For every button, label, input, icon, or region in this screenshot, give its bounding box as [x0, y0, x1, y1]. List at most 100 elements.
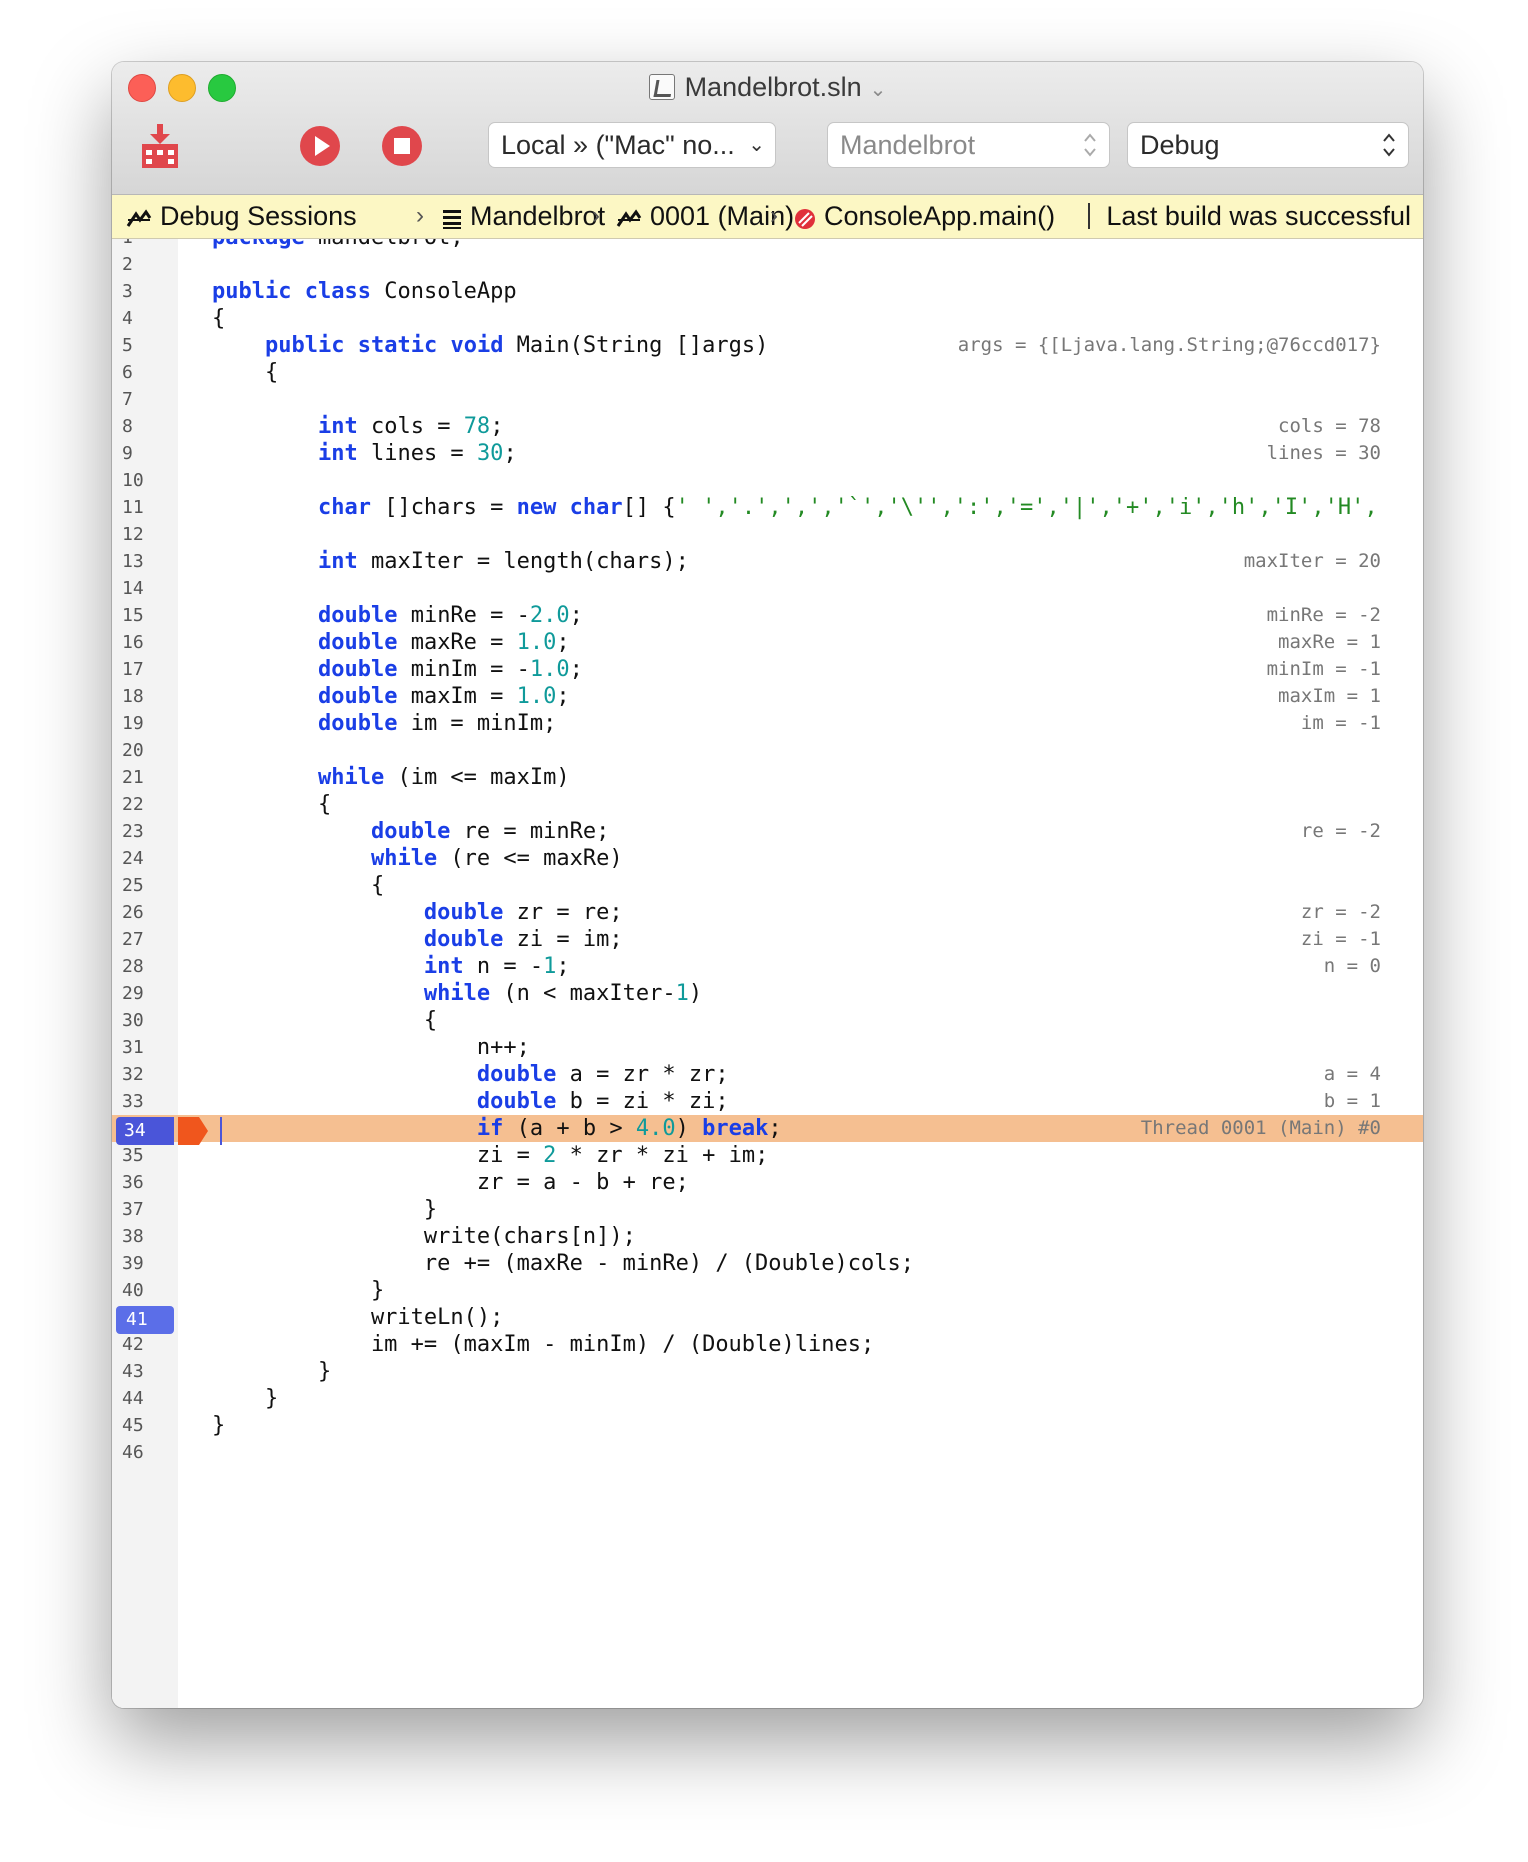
- code-line[interactable]: 15 double minRe = -2.0; minRe = -2: [112, 602, 1423, 629]
- code-line[interactable]: 11 char []chars = new char[] {' ','.',',…: [112, 494, 1423, 521]
- line-number[interactable]: 44: [122, 1385, 162, 1412]
- code-line[interactable]: 45}: [112, 1412, 1423, 1439]
- code-line[interactable]: 25 {: [112, 872, 1423, 899]
- breadcrumb-thread[interactable]: 0001 (Main): [616, 195, 794, 237]
- line-number[interactable]: 16: [122, 629, 162, 656]
- code-line[interactable]: 2: [112, 251, 1423, 278]
- line-number[interactable]: 42: [122, 1331, 162, 1358]
- configuration-selector[interactable]: Debug: [1127, 122, 1409, 168]
- line-number[interactable]: 5: [122, 332, 162, 359]
- code-line[interactable]: 4{: [112, 305, 1423, 332]
- code-line[interactable]: 17 double minIm = -1.0; minIm = -1: [112, 656, 1423, 683]
- line-number[interactable]: 36: [122, 1169, 162, 1196]
- line-number[interactable]: 15: [122, 602, 162, 629]
- line-number[interactable]: 29: [122, 980, 162, 1007]
- stop-icon[interactable]: [380, 124, 424, 168]
- line-number[interactable]: 31: [122, 1034, 162, 1061]
- line-number[interactable]: 38: [122, 1223, 162, 1250]
- line-number[interactable]: 37: [122, 1196, 162, 1223]
- line-number[interactable]: 30: [122, 1007, 162, 1034]
- code-line[interactable]: 5 public static void Main(String []args)…: [112, 332, 1423, 359]
- line-number[interactable]: 27: [122, 926, 162, 953]
- code-line[interactable]: 30 {: [112, 1007, 1423, 1034]
- code-line[interactable]: 13 int maxIter = length(chars); maxIter =…: [112, 548, 1423, 575]
- code-line[interactable]: 38 write(chars[n]);: [112, 1223, 1423, 1250]
- code-line[interactable]: 8 int cols = 78; cols = 78: [112, 413, 1423, 440]
- line-number[interactable]: 13: [122, 548, 162, 575]
- code-line[interactable]: 24 while (re <= maxRe): [112, 845, 1423, 872]
- line-number[interactable]: 35: [122, 1142, 162, 1169]
- line-number[interactable]: 17: [122, 656, 162, 683]
- code-line[interactable]: 43 }: [112, 1358, 1423, 1385]
- code-line[interactable]: 27 double zi = im; zi = -1: [112, 926, 1423, 953]
- line-number[interactable]: 32: [122, 1061, 162, 1088]
- project-selector[interactable]: Mandelbrot: [827, 122, 1110, 168]
- code-line[interactable]: 46: [112, 1439, 1423, 1466]
- code-line[interactable]: 34 if (a + b > 4.0) break; Thread 0001 (M…: [112, 1115, 1423, 1145]
- line-number[interactable]: 23: [122, 818, 162, 845]
- code-line[interactable]: 28 int n = -1; n = 0: [112, 953, 1423, 980]
- line-number[interactable]: 28: [122, 953, 162, 980]
- breadcrumb-project[interactable]: Mandelbrot: [442, 195, 605, 237]
- code-line[interactable]: 44 }: [112, 1385, 1423, 1412]
- line-number[interactable]: 41: [116, 1306, 174, 1334]
- code-line[interactable]: 12: [112, 521, 1423, 548]
- code-line[interactable]: 9 int lines = 30; lines = 30: [112, 440, 1423, 467]
- code-line[interactable]: 20: [112, 737, 1423, 764]
- code-line[interactable]: 32 double a = zr * zr; a = 4: [112, 1061, 1423, 1088]
- line-number[interactable]: 46: [122, 1439, 162, 1466]
- code-line[interactable]: 26 double zr = re; zr = -2: [112, 899, 1423, 926]
- code-line[interactable]: 19 double im = minIm; im = -1: [112, 710, 1423, 737]
- line-number[interactable]: 9: [122, 440, 162, 467]
- line-number[interactable]: 1: [122, 239, 162, 251]
- line-number[interactable]: 24: [122, 845, 162, 872]
- line-number[interactable]: 33: [122, 1088, 162, 1115]
- code-line[interactable]: 36 zr = a - b + re;: [112, 1169, 1423, 1196]
- code-line[interactable]: 39 re += (maxRe - minRe) / (Double)cols;: [112, 1250, 1423, 1277]
- line-number[interactable]: 45: [122, 1412, 162, 1439]
- line-number[interactable]: 19: [122, 710, 162, 737]
- line-number[interactable]: 39: [122, 1250, 162, 1277]
- code-line[interactable]: 22 {: [112, 791, 1423, 818]
- code-line[interactable]: 42 im += (maxIm - minIm) / (Double)lines…: [112, 1331, 1423, 1358]
- line-number[interactable]: 2: [122, 251, 162, 278]
- code-line[interactable]: 37 }: [112, 1196, 1423, 1223]
- code-line[interactable]: 41 writeLn();: [112, 1304, 1423, 1334]
- line-number[interactable]: 14: [122, 575, 162, 602]
- code-line[interactable]: 23 double re = minRe; re = -2: [112, 818, 1423, 845]
- breadcrumb-debug-sessions[interactable]: Debug Sessions: [126, 195, 357, 237]
- code-line[interactable]: 29 while (n < maxIter-1): [112, 980, 1423, 1007]
- code-line[interactable]: 14: [112, 575, 1423, 602]
- code-line[interactable]: 16 double maxRe = 1.0; maxRe = 1: [112, 629, 1423, 656]
- line-number[interactable]: 8: [122, 413, 162, 440]
- line-number[interactable]: 20: [122, 737, 162, 764]
- line-number[interactable]: 6: [122, 359, 162, 386]
- code-line[interactable]: 3 public class ConsoleApp: [112, 278, 1423, 305]
- line-number[interactable]: 40: [122, 1277, 162, 1304]
- code-line[interactable]: 21 while (im <= maxIm): [112, 764, 1423, 791]
- code-line[interactable]: 7: [112, 386, 1423, 413]
- line-number[interactable]: 21: [122, 764, 162, 791]
- code-line[interactable]: 35 zi = 2 * zr * zi + im;: [112, 1142, 1423, 1169]
- code-line[interactable]: 33 double b = zi * zi; b = 1: [112, 1088, 1423, 1115]
- line-number[interactable]: 10: [122, 467, 162, 494]
- line-number[interactable]: 22: [122, 791, 162, 818]
- line-number[interactable]: 11: [122, 494, 162, 521]
- line-number[interactable]: 34: [116, 1117, 174, 1145]
- line-number[interactable]: 18: [122, 683, 162, 710]
- line-number[interactable]: 12: [122, 521, 162, 548]
- code-line[interactable]: 10: [112, 467, 1423, 494]
- code-line[interactable]: 1 package mandelbrot;: [112, 239, 1423, 251]
- code-line[interactable]: 18 double maxIm = 1.0; maxIm = 1: [112, 683, 1423, 710]
- run-target-dropdown[interactable]: Local » ("Mac" no... ⌄: [488, 122, 776, 168]
- code-line[interactable]: 40 }: [112, 1277, 1423, 1304]
- line-number[interactable]: 26: [122, 899, 162, 926]
- line-number[interactable]: 43: [122, 1358, 162, 1385]
- line-number[interactable]: 3: [122, 278, 162, 305]
- line-number[interactable]: 4: [122, 305, 162, 332]
- code-editor[interactable]: 1package mandelbrot;23public class Conso…: [112, 239, 1423, 1708]
- line-number[interactable]: 25: [122, 872, 162, 899]
- window-title[interactable]: Mandelbrot.sln ⌄: [112, 70, 1423, 107]
- code-line[interactable]: 6 {: [112, 359, 1423, 386]
- breadcrumb-method[interactable]: ConsoleApp.main(): [794, 195, 1055, 237]
